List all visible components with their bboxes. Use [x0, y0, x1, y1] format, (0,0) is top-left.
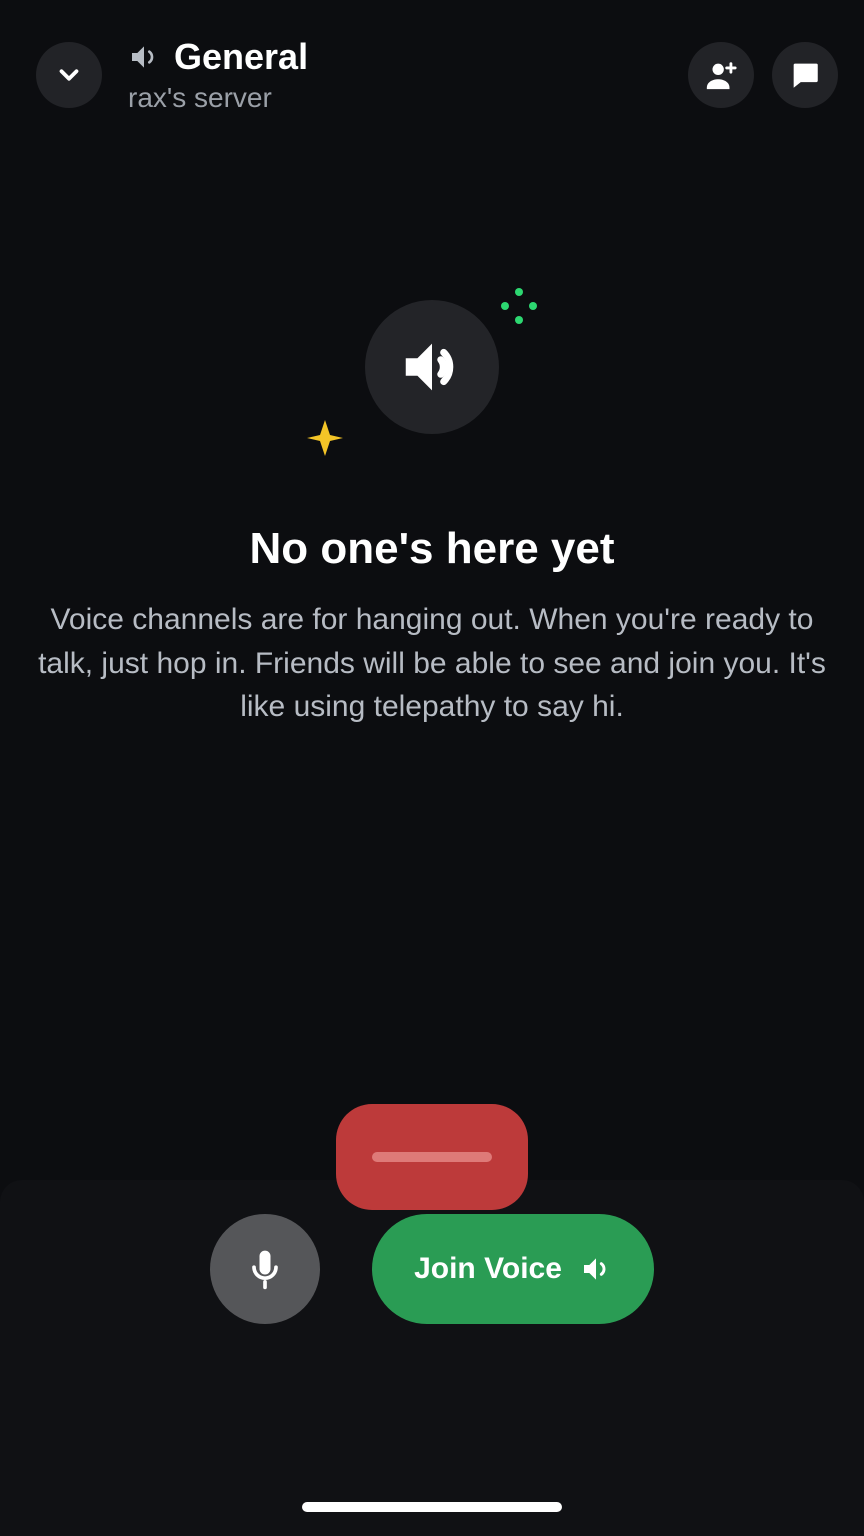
mic-button[interactable] — [210, 1214, 320, 1324]
server-name: rax's server — [128, 82, 688, 114]
channel-name: General — [174, 36, 308, 78]
speaker-icon — [397, 332, 467, 402]
sparkle-yellow-icon — [305, 418, 345, 458]
speaker-icon — [128, 41, 160, 73]
empty-state-description: Voice channels are for hanging out. When… — [38, 598, 826, 729]
sparkle-green-icon — [499, 286, 539, 326]
join-voice-button[interactable]: Join Voice — [372, 1214, 654, 1324]
join-voice-label: Join Voice — [414, 1252, 562, 1286]
channel-title-block[interactable]: General rax's server — [128, 36, 688, 114]
bottom-panel: Join Voice — [0, 1180, 864, 1536]
speaker-icon — [580, 1253, 612, 1285]
hangup-icon — [372, 1152, 492, 1162]
chevron-down-icon — [54, 60, 84, 90]
voice-illustration — [365, 300, 499, 434]
home-indicator[interactable] — [302, 1502, 562, 1512]
empty-state: No one's here yet Voice channels are for… — [0, 300, 864, 729]
empty-state-title: No one's here yet — [249, 524, 614, 574]
chat-button[interactable] — [772, 42, 838, 108]
add-user-icon — [704, 58, 738, 92]
add-friend-button[interactable] — [688, 42, 754, 108]
header: General rax's server — [0, 0, 864, 114]
collapse-button[interactable] — [36, 42, 102, 108]
mic-icon — [243, 1247, 287, 1291]
chat-icon — [788, 58, 822, 92]
end-call-button[interactable] — [336, 1104, 528, 1210]
